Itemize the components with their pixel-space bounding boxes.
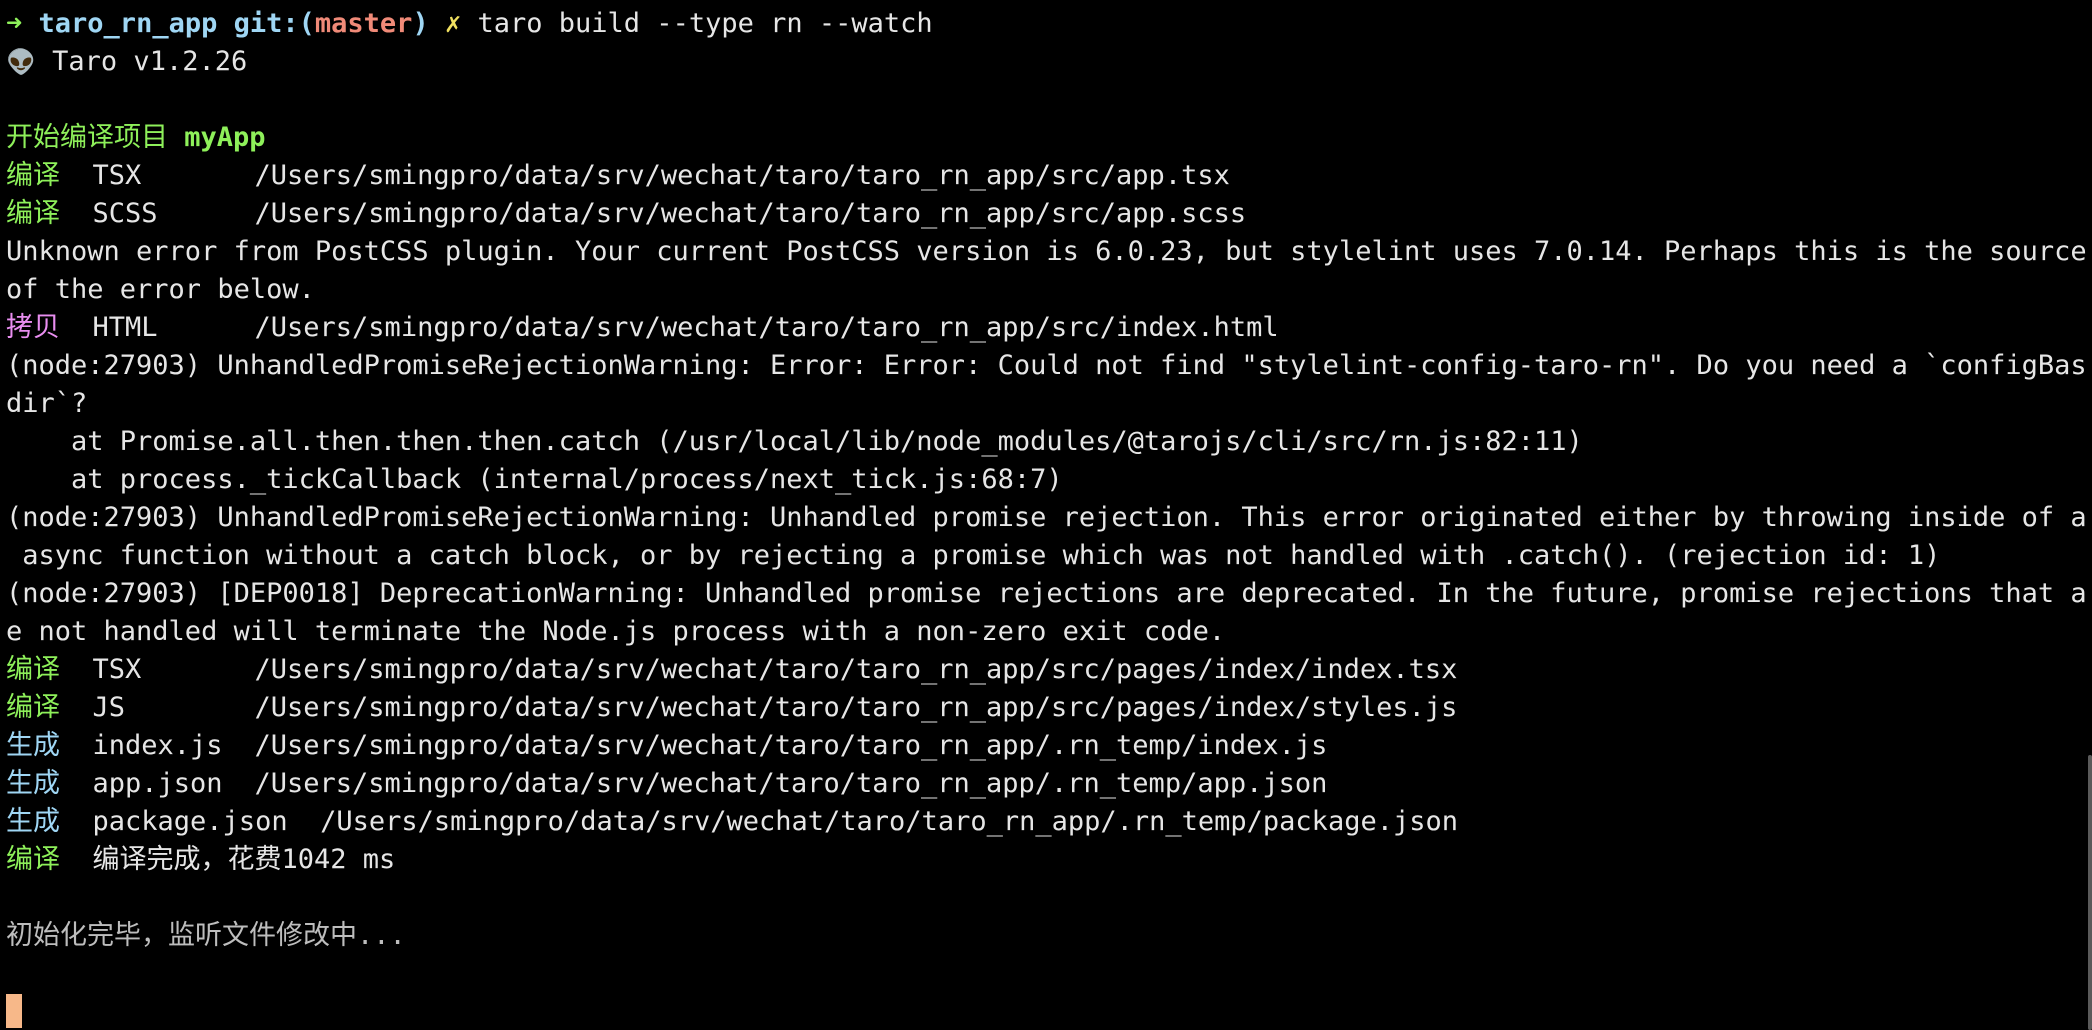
log-path: /Users/smingpro/data/srv/wechat/taro/tar…: [254, 312, 1279, 343]
log-tag: 编译: [6, 198, 60, 229]
deprecation-warning-line: (node:27903) [DEP0018] DeprecationWarnin…: [6, 578, 2086, 609]
scrollbar[interactable]: [2088, 755, 2092, 1030]
log-tag: 编译: [6, 654, 60, 685]
log-line-generate-package-json: 生成 package.json /Users/smingpro/data/srv…: [6, 803, 2086, 841]
compile-duration: 1042 ms: [281, 844, 396, 875]
prompt-arrow-icon: ➜: [6, 8, 23, 39]
deprecation-warning-line: e not handled will terminate the Node.js…: [6, 616, 1226, 647]
log-line-generate-app-json: 生成 app.json/Users/smingpro/data/srv/wech…: [6, 765, 2086, 803]
log-path: /Users/smingpro/data/srv/wechat/taro/tar…: [254, 768, 1328, 799]
log-type: TSX: [92, 654, 142, 685]
log-type: JS: [92, 692, 126, 723]
log-path: /Users/smingpro/data/srv/wechat/taro/tar…: [254, 160, 1230, 191]
error-line: (node:27903) UnhandledPromiseRejectionWa…: [6, 350, 2086, 381]
prompt-directory: taro_rn_app: [38, 8, 218, 39]
watching-status-line: 初始化完毕，监听文件修改中...: [6, 920, 406, 951]
log-line-compile-index-tsx: 编译 TSX/Users/smingpro/data/srv/wechat/ta…: [6, 651, 2086, 689]
log-line-generate-index-js: 生成 index.js/Users/smingpro/data/srv/wech…: [6, 727, 2086, 765]
log-path: /Users/smingpro/data/srv/wechat/taro/tar…: [254, 730, 1328, 761]
rejection-warning-line: (node:27903) UnhandledPromiseRejectionWa…: [6, 502, 2086, 533]
log-path: /Users/smingpro/data/srv/wechat/taro/tar…: [254, 654, 1458, 685]
log-line-compile-styles-js: 编译 JS/Users/smingpro/data/srv/wechat/tar…: [6, 689, 2086, 727]
log-tag: 拷贝: [6, 312, 60, 343]
command-text: taro build --type rn --watch: [477, 8, 933, 39]
log-tag: 编译: [6, 160, 60, 191]
project-name: myApp: [184, 122, 266, 153]
log-type: app.json: [92, 768, 223, 799]
log-line-compile-app-tsx: 编译 TSX/Users/smingpro/data/srv/wechat/ta…: [6, 157, 2086, 195]
alien-icon: 👽: [6, 48, 36, 76]
git-dirty-icon: ✗: [444, 8, 462, 39]
start-line: 开始编译项目 myApp: [6, 119, 2086, 157]
log-type: package.json: [92, 806, 288, 837]
log-line-copy-html: 拷贝 HTML/Users/smingpro/data/srv/wechat/t…: [6, 309, 2086, 347]
log-tag: 生成: [6, 806, 60, 837]
log-path: /Users/smingpro/data/srv/wechat/taro/tar…: [320, 806, 1458, 837]
version-text: Taro v1.2.26: [52, 46, 248, 77]
postcss-warning-line-1: Unknown error from PostCSS plugin. Your …: [6, 236, 2086, 267]
log-path: /Users/smingpro/data/srv/wechat/taro/tar…: [254, 692, 1458, 723]
log-tag: 编译: [6, 692, 60, 723]
terminal-cursor[interactable]: [6, 994, 22, 1028]
terminal-window[interactable]: ➜ taro_rn_app git:(master) ✗ taro build …: [0, 0, 2092, 1030]
postcss-warning-line-2: of the error below.: [6, 274, 315, 305]
log-type: HTML: [92, 312, 158, 343]
compile-done-text: 编译完成，花费: [92, 844, 282, 875]
stack-trace-line: at Promise.all.then.then.then.catch (/us…: [6, 426, 1583, 457]
prompt-line: ➜ taro_rn_app git:(master) ✗ taro build …: [6, 5, 2086, 43]
git-prefix: git:(: [233, 8, 315, 39]
log-type: TSX: [92, 160, 142, 191]
start-label: 开始编译项目: [6, 122, 168, 153]
error-line: dir`?: [6, 388, 88, 419]
log-tag: 生成: [6, 730, 60, 761]
log-tag: 编译: [6, 844, 60, 875]
log-line-compile-done: 编译 编译完成，花费1042 ms: [6, 841, 2086, 879]
log-tag: 生成: [6, 768, 60, 799]
log-path: /Users/smingpro/data/srv/wechat/taro/tar…: [254, 198, 1247, 229]
log-line-compile-app-scss: 编译 SCSS/Users/smingpro/data/srv/wechat/t…: [6, 195, 2086, 233]
version-line: 👽 Taro v1.2.26: [6, 43, 2086, 81]
git-branch: master: [314, 8, 413, 39]
log-type: index.js: [92, 730, 223, 761]
git-suffix: ): [412, 8, 429, 39]
log-type: SCSS: [92, 198, 158, 229]
stack-trace-line: at process._tickCallback (internal/proce…: [6, 464, 1063, 495]
rejection-warning-line: async function without a catch block, or…: [6, 540, 1941, 571]
